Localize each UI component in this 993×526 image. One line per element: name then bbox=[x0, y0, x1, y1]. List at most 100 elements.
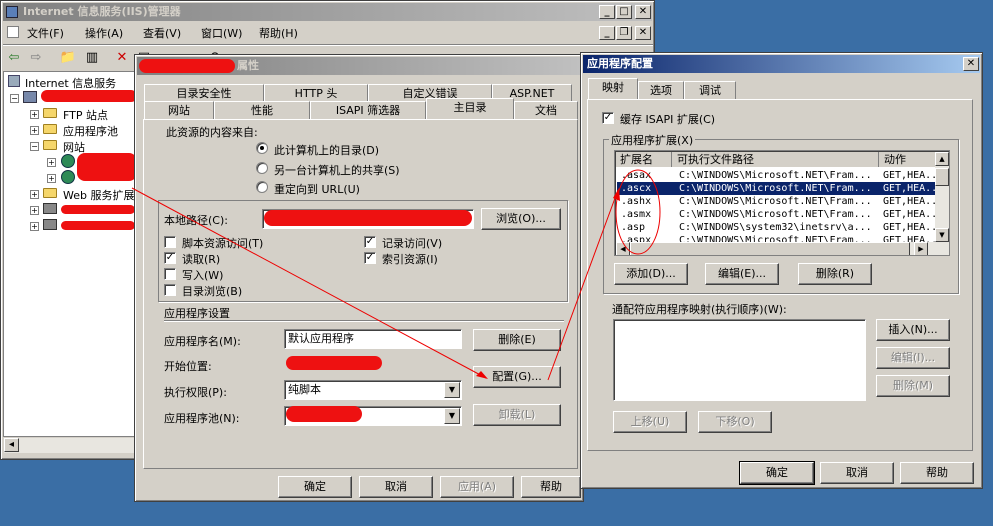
close-icon[interactable]: ✕ bbox=[963, 57, 979, 71]
show-tree-icon[interactable]: ▥ bbox=[83, 49, 101, 67]
table-row[interactable]: .asax C:\WINDOWS\Microsoft.NET\Fram... G… bbox=[617, 169, 935, 182]
remove-app-button[interactable]: 删除(E) bbox=[473, 329, 561, 351]
iis-title-bar[interactable]: Internet 信息服务(IIS)管理器 bbox=[3, 3, 652, 21]
tree-expand-webext[interactable]: + bbox=[30, 190, 39, 199]
tree-expand-apppool[interactable]: + bbox=[30, 126, 39, 135]
chevron-down-icon[interactable]: ▼ bbox=[444, 408, 460, 424]
maximize-icon[interactable]: □ bbox=[616, 5, 632, 19]
checkbox-log-visits-label[interactable]: 记录访问(V) bbox=[382, 235, 442, 251]
tree-expand-site2[interactable]: + bbox=[47, 174, 56, 183]
table-row[interactable]: .asp C:\WINDOWS\system32\inetsrv\a... GE… bbox=[617, 221, 935, 234]
tab-http-headers[interactable]: HTTP 头 bbox=[264, 84, 368, 102]
mdi-restore-icon[interactable]: ❐ bbox=[616, 26, 632, 40]
column-ext[interactable]: 扩展名 bbox=[616, 152, 672, 167]
exec-perm-select[interactable]: 纯脚本 ▼ bbox=[284, 380, 462, 400]
tab-performance[interactable]: 性能 bbox=[214, 101, 310, 119]
checkbox-dir-browse-label[interactable]: 目录浏览(B) bbox=[182, 283, 242, 299]
checkbox-log-visits[interactable]: ✓ bbox=[364, 236, 376, 248]
browse-button[interactable]: 浏览(O)... bbox=[481, 208, 561, 230]
radio-redirect-url-label[interactable]: 重定向到 URL(U) bbox=[274, 181, 360, 197]
tab-documents[interactable]: 文档 bbox=[514, 101, 578, 119]
scroll-thumb[interactable] bbox=[630, 242, 910, 255]
scroll-down-icon[interactable]: ▼ bbox=[935, 228, 949, 242]
tree-expand-item6[interactable]: + bbox=[30, 222, 39, 231]
radio-network-share[interactable] bbox=[256, 162, 268, 174]
chevron-down-icon[interactable]: ▼ bbox=[444, 382, 460, 398]
ext-listview[interactable]: 扩展名 可执行文件路径 动作 .asax C:\WINDOWS\Microsof… bbox=[614, 150, 950, 256]
props-ok-button[interactable]: 确定 bbox=[278, 476, 352, 498]
tab-isapi-filters[interactable]: ISAPI 筛选器 bbox=[310, 101, 426, 119]
checkbox-write-label[interactable]: 写入(W) bbox=[182, 267, 223, 283]
radio-local-dir-label[interactable]: 此计算机上的目录(D) bbox=[274, 142, 379, 158]
wildcard-listbox[interactable] bbox=[613, 319, 866, 401]
wildcard-remove-button[interactable]: 删除(M) bbox=[876, 375, 950, 397]
back-arrow-icon[interactable]: ⇦ bbox=[5, 49, 23, 67]
unload-button[interactable]: 卸载(L) bbox=[473, 404, 561, 426]
delete-icon[interactable]: ✕ bbox=[113, 49, 131, 67]
menu-window[interactable]: 窗口(W) bbox=[201, 25, 242, 41]
menu-file[interactable]: 文件(F) bbox=[27, 25, 64, 41]
listview-hscrollbar[interactable]: ◀ ▶ bbox=[616, 242, 949, 255]
appconfig-cancel-button[interactable]: 取消 bbox=[820, 462, 894, 484]
checkbox-dir-browse[interactable] bbox=[164, 284, 176, 296]
insert-button[interactable]: 插入(N)... bbox=[876, 319, 950, 341]
tab-options[interactable]: 选项 bbox=[638, 81, 684, 99]
scroll-thumb[interactable] bbox=[935, 168, 949, 186]
minimize-icon[interactable]: _ bbox=[599, 5, 615, 19]
column-verb[interactable]: 动作 bbox=[880, 152, 936, 167]
wildcard-edit-button[interactable]: 编辑(I)... bbox=[876, 347, 950, 369]
menu-help[interactable]: 帮助(H) bbox=[259, 25, 298, 41]
config-button[interactable]: 配置(G)... bbox=[473, 366, 561, 388]
radio-local-dir[interactable] bbox=[256, 142, 268, 154]
table-row[interactable]: .ascx C:\WINDOWS\Microsoft.NET\Fram... G… bbox=[617, 182, 935, 195]
tab-mapping[interactable]: 映射 bbox=[588, 78, 638, 99]
tree-webext[interactable]: Web 服务扩展 bbox=[63, 187, 134, 203]
tab-directory-security[interactable]: 目录安全性 bbox=[144, 84, 264, 102]
checkbox-read[interactable]: ✓ bbox=[164, 252, 176, 264]
tab-home-directory[interactable]: 主目录 bbox=[426, 98, 514, 119]
checkbox-read-label[interactable]: 读取(R) bbox=[182, 251, 220, 267]
app-name-input[interactable]: 默认应用程序 bbox=[284, 329, 462, 349]
props-help-button[interactable]: 帮助 bbox=[521, 476, 581, 498]
table-row[interactable]: .aspx C:\WINDOWS\Microsoft.NET\Fram... G… bbox=[617, 234, 935, 242]
mdi-minimize-icon[interactable]: _ bbox=[599, 26, 615, 40]
scroll-right-icon[interactable]: ▶ bbox=[914, 242, 928, 255]
close-icon[interactable]: ✕ bbox=[635, 5, 651, 19]
checkbox-index[interactable]: ✓ bbox=[364, 252, 376, 264]
up-folder-icon[interactable]: 📁 bbox=[59, 49, 77, 67]
table-row[interactable]: .ashx C:\WINDOWS\Microsoft.NET\Fram... G… bbox=[617, 195, 935, 208]
appconfig-ok-button[interactable]: 确定 bbox=[739, 461, 815, 485]
appconfig-help-button[interactable]: 帮助 bbox=[900, 462, 974, 484]
tree-hscrollbar[interactable] bbox=[4, 437, 136, 453]
move-up-button[interactable]: 上移(U) bbox=[613, 411, 687, 433]
radio-network-share-label[interactable]: 另一台计算机上的共享(S) bbox=[274, 162, 400, 178]
checkbox-write[interactable] bbox=[164, 268, 176, 280]
scroll-left-icon[interactable]: ◂ bbox=[4, 438, 19, 452]
tree-expand-ftp[interactable]: + bbox=[30, 110, 39, 119]
tab-website[interactable]: 网站 bbox=[144, 101, 214, 119]
tree-apppool[interactable]: 应用程序池 bbox=[63, 123, 118, 139]
radio-redirect-url[interactable] bbox=[256, 181, 268, 193]
tree-ftp[interactable]: FTP 站点 bbox=[63, 107, 108, 123]
add-mapping-button[interactable]: 添加(D)... bbox=[614, 263, 688, 285]
props-cancel-button[interactable]: 取消 bbox=[359, 476, 433, 498]
listview-vscrollbar[interactable]: ▲ ▼ bbox=[935, 152, 949, 242]
edit-mapping-button[interactable]: 编辑(E)... bbox=[705, 263, 779, 285]
tree-expand-item5[interactable]: + bbox=[30, 206, 39, 215]
checkbox-script-source[interactable] bbox=[164, 236, 176, 248]
tree-expand-site1[interactable]: + bbox=[47, 158, 56, 167]
checkbox-cache-isapi[interactable]: ✓ bbox=[602, 112, 614, 124]
mdi-close-icon[interactable]: ✕ bbox=[635, 26, 651, 40]
props-apply-button[interactable]: 应用(A) bbox=[440, 476, 514, 498]
move-down-button[interactable]: 下移(O) bbox=[698, 411, 772, 433]
table-row[interactable]: .asmx C:\WINDOWS\Microsoft.NET\Fram... G… bbox=[617, 208, 935, 221]
tree-root[interactable]: Internet 信息服务 bbox=[25, 75, 116, 91]
tab-debug[interactable]: 调试 bbox=[684, 81, 736, 99]
remove-mapping-button[interactable]: 删除(R) bbox=[798, 263, 872, 285]
checkbox-index-label[interactable]: 索引资源(I) bbox=[382, 251, 438, 267]
menu-action[interactable]: 操作(A) bbox=[85, 25, 123, 41]
tree-expand-server[interactable]: − bbox=[10, 94, 19, 103]
column-path[interactable]: 可执行文件路径 bbox=[673, 152, 879, 167]
tree-expand-sites[interactable]: − bbox=[30, 142, 39, 151]
app-config-title-bar[interactable]: 应用程序配置 bbox=[583, 55, 980, 73]
